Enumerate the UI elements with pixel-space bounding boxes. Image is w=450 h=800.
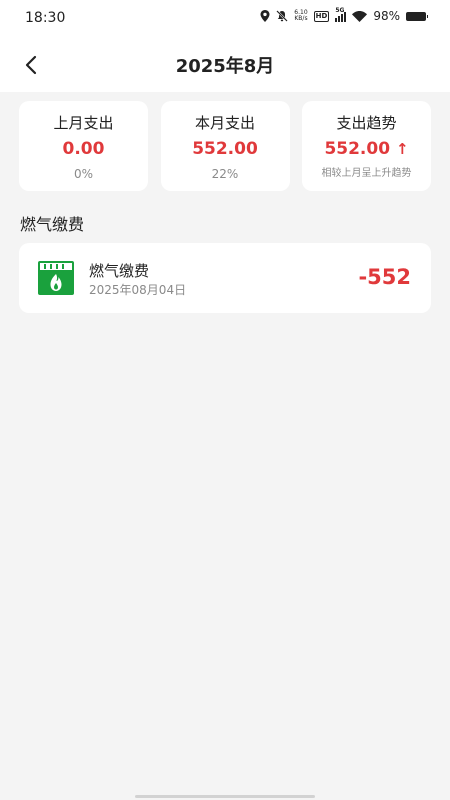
home-indicator[interactable] [135,795,315,798]
stat-card-trend: 支出趋势 552.00 ↑ 相较上月呈上升趋势 [302,101,431,191]
list-item[interactable]: 燃气缴费 2025年08月04日 -552 [19,243,431,313]
stat-label: 本月支出 [194,114,255,132]
stat-label: 上月支出 [53,114,114,132]
status-icons: 6.10 KB/s HD 5G 98% [260,7,428,23]
wifi-icon [352,10,368,22]
location-icon [260,10,270,22]
bill-name: 燃气缴费 [89,262,150,280]
page-title: 2025年8月 [175,56,275,77]
stat-card-this-month: 本月支出 552.00 22% [160,101,290,191]
mute-bell-icon [276,10,289,22]
bill-amount: -552 [358,265,411,289]
section-title: 燃气缴费 [20,215,85,234]
stat-value: 0.00 [62,139,105,159]
status-bar: 18:30 6.10 KB/s HD 5G 98% [0,0,450,38]
summary-cards: 上月支出 0.00 0% 本月支出 552.00 22% 支出趋势 552.00… [19,101,431,191]
stat-card-last-month: 上月支出 0.00 0% [19,101,148,191]
stat-sub: 0% [73,167,94,181]
bill-date: 2025年08月04日 [89,283,187,297]
trend-value: 552.00 [324,139,391,159]
network-speed-unit: KB/s [294,15,308,22]
nav-bar: 2025年8月 [0,38,450,92]
battery-icon [406,11,428,21]
stat-sub: 相较上月呈上升趋势 [321,168,412,179]
stat-value: 552.00 [192,139,258,159]
battery-percent: 98% [373,9,400,23]
status-time: 18:30 [25,10,66,26]
signal-5g-icon: 5G [335,7,347,22]
network-speed: 6.10 KB/s [294,10,307,22]
gas-fee-icon [38,261,74,295]
stat-value: 552.00 ↑ [302,138,431,160]
network-type: 5G [335,7,345,14]
arrow-up-icon: ↑ [395,140,409,158]
stat-sub: 22% [211,167,239,181]
hd-badge: HD [313,10,330,22]
stat-label: 支出趋势 [336,114,397,132]
